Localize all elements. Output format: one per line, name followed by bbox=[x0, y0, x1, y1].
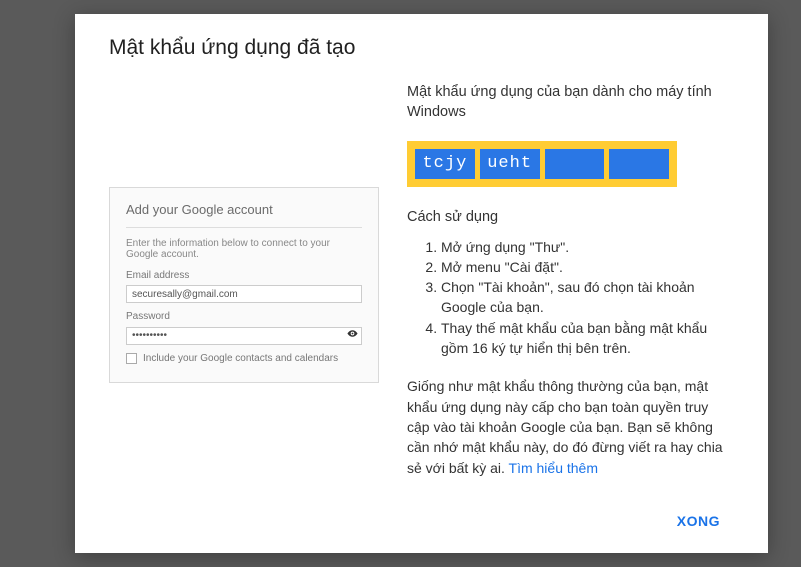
howto-step: Thay thế mật khẩu của bạn bằng mật khẩu … bbox=[441, 318, 734, 359]
modal-body: Add your Google account Enter the inform… bbox=[109, 82, 734, 487]
demo-checkbox-label: Include your Google contacts and calenda… bbox=[143, 353, 338, 364]
howto-title: Cách sử dụng bbox=[407, 209, 734, 225]
demo-checkbox-row: Include your Google contacts and calenda… bbox=[126, 353, 362, 364]
demo-email-input bbox=[126, 285, 362, 303]
eye-icon bbox=[347, 328, 358, 342]
pw-segment-4 bbox=[609, 149, 669, 179]
pw-segment-1: tcjy bbox=[415, 149, 475, 179]
demo-checkbox bbox=[126, 353, 137, 364]
demo-hint: Enter the information below to connect t… bbox=[126, 238, 362, 260]
howto-step: Mở menu "Cài đặt". bbox=[441, 257, 734, 277]
modal-footer: XONG bbox=[109, 487, 734, 535]
howto-list: Mở ứng dụng "Thư". Mở menu "Cài đặt". Ch… bbox=[407, 237, 734, 359]
right-heading: Mật khẩu ứng dụng của bạn dành cho máy t… bbox=[407, 82, 734, 123]
demo-column: Add your Google account Enter the inform… bbox=[109, 82, 379, 487]
demo-panel-title: Add your Google account bbox=[126, 202, 362, 228]
demo-email-wrap bbox=[126, 284, 362, 304]
howto-step: Mở ứng dụng "Thư". bbox=[441, 237, 734, 257]
demo-password-wrap bbox=[126, 325, 362, 345]
modal-title: Mật khẩu ứng dụng đã tạo bbox=[109, 36, 734, 60]
instructions-column: Mật khẩu ứng dụng của bạn dành cho máy t… bbox=[407, 82, 734, 487]
app-password-box[interactable]: tcjy ueht bbox=[407, 141, 677, 187]
demo-email-label: Email address bbox=[126, 270, 362, 281]
learn-more-link[interactable]: Tìm hiểu thêm bbox=[509, 460, 598, 476]
demo-password-input bbox=[126, 327, 362, 345]
pw-segment-3 bbox=[545, 149, 605, 179]
howto-step: Chọn "Tài khoản", sau đó chọn tài khoản … bbox=[441, 277, 734, 318]
done-button[interactable]: XONG bbox=[669, 507, 728, 535]
demo-panel: Add your Google account Enter the inform… bbox=[109, 187, 379, 383]
note-paragraph: Giống như mật khẩu thông thường của bạn,… bbox=[407, 376, 734, 477]
app-password-modal: Mật khẩu ứng dụng đã tạo Add your Google… bbox=[75, 14, 768, 553]
pw-segment-2: ueht bbox=[480, 149, 540, 179]
demo-password-label: Password bbox=[126, 311, 362, 322]
